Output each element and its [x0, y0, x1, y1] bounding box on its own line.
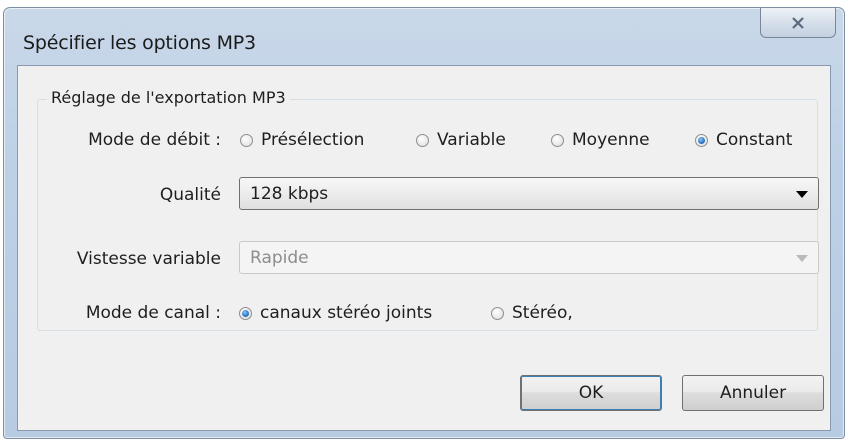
chevron-down-icon — [796, 191, 808, 198]
bitrate-mode-label: Mode de débit : — [88, 130, 221, 150]
radio-button-icon — [551, 133, 564, 147]
variable-speed-label: Vistesse variable — [76, 249, 221, 269]
radio-preselection-label: Présélection — [261, 130, 365, 150]
radio-button-checked-icon — [695, 133, 708, 147]
radio-joint-stereo-label: canaux stéréo joints — [260, 303, 433, 323]
radio-stereo-label: Stéréo, — [512, 303, 573, 323]
radio-preselection[interactable]: Présélection — [240, 130, 364, 150]
close-icon — [792, 16, 804, 29]
quality-label: Qualité — [159, 185, 221, 205]
channel-mode-label: Mode de canal : — [85, 303, 221, 323]
dialog-content: Réglage de l'exportation MP3 Mode de déb… — [17, 65, 831, 431]
radio-stereo[interactable]: Stéréo, — [491, 303, 573, 323]
radio-moyenne[interactable]: Moyenne — [551, 130, 650, 150]
ok-button[interactable]: OK — [520, 375, 662, 411]
title-bar[interactable]: Spécifier les options MP3 — [4, 8, 844, 64]
radio-button-icon — [491, 306, 504, 320]
radio-variable-label: Variable — [437, 130, 506, 150]
groupbox-title: Réglage de l'exportation MP3 — [47, 88, 290, 107]
dialog-window: Spécifier les options MP3 Réglage de l'e… — [3, 7, 845, 439]
radio-constant-label: Constant — [716, 130, 793, 150]
radio-variable[interactable]: Variable — [416, 130, 506, 150]
cancel-button[interactable]: Annuler — [682, 375, 824, 411]
radio-button-checked-icon — [239, 306, 252, 320]
radio-constant[interactable]: Constant — [695, 130, 792, 150]
radio-moyenne-label: Moyenne — [572, 130, 650, 150]
window-title: Spécifier les options MP3 — [23, 32, 256, 54]
radio-joint-stereo[interactable]: canaux stéréo joints — [239, 303, 432, 323]
radio-button-icon — [416, 133, 429, 147]
radio-button-icon — [240, 133, 253, 147]
quality-value: 128 kbps — [250, 183, 329, 204]
chevron-down-icon — [796, 255, 808, 262]
variable-speed-value: Rapide — [250, 247, 309, 268]
close-button[interactable] — [760, 8, 836, 38]
quality-select[interactable]: 128 kbps — [239, 177, 819, 210]
variable-speed-select: Rapide — [239, 241, 819, 274]
